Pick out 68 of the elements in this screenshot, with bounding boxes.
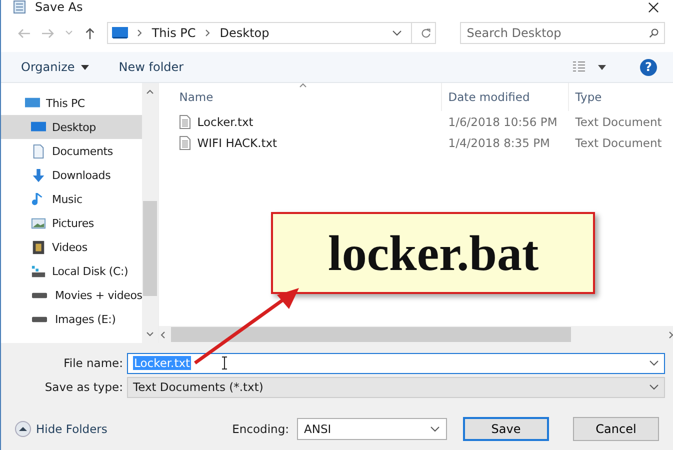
hide-folders-button[interactable]: Hide Folders: [15, 420, 108, 436]
scroll-left-icon[interactable]: [159, 330, 168, 338]
sidebar-item[interactable]: Music: [1, 187, 142, 211]
videos-icon: [31, 240, 46, 254]
caret-down-icon[interactable]: [80, 64, 89, 70]
field-label: File name:: [62, 356, 124, 370]
column-header[interactable]: Type: [568, 83, 673, 111]
encoding-dropdown[interactable]: ANSI: [297, 418, 447, 440]
callout-label: locker.bat: [271, 212, 596, 294]
cancel-button[interactable]: Cancel: [573, 416, 659, 440]
sidebar-item[interactable]: Documents: [1, 139, 142, 163]
sidebar-item[interactable]: Local Disk (C:): [1, 259, 142, 283]
chevron-down-icon[interactable]: [430, 424, 440, 434]
column-header[interactable]: Date modified: [441, 83, 568, 111]
sidebar-item[interactable]: Videos: [1, 235, 142, 259]
save-button[interactable]: Save: [463, 416, 549, 440]
desktop-icon: [31, 120, 46, 134]
breadcrumb[interactable]: This PC: [152, 26, 196, 40]
table-cell-text: 1/4/2018 8:35 PM: [447, 136, 551, 150]
sidebar-item[interactable]: Images (E:): [1, 307, 142, 331]
table-cell-text: Text Document: [574, 114, 663, 128]
monitor-icon: [112, 27, 128, 39]
chevron-down-icon[interactable]: [649, 358, 659, 368]
pictures-icon: [31, 216, 46, 230]
help-button[interactable]: ?: [640, 58, 657, 76]
vertical-scrollbar[interactable]: [142, 83, 158, 343]
scroll-right-icon[interactable]: [667, 330, 673, 338]
chevron-right-icon: [136, 29, 143, 37]
window-title: Save As: [35, 0, 83, 14]
table-cell-text: Text Document: [574, 136, 663, 150]
sort-caret-icon: [299, 83, 308, 88]
chevron-down-icon[interactable]: [392, 28, 402, 38]
collapse-icon: [15, 420, 31, 436]
scroll-down-icon[interactable]: [146, 330, 154, 338]
file-name[interactable]: WIFI HACK.txt: [197, 136, 278, 150]
chevron-right-icon: [204, 29, 211, 37]
breadcrumb[interactable]: Desktop: [220, 26, 270, 40]
caret-down-icon[interactable]: [598, 64, 606, 70]
sidebar-item[interactable]: Pictures: [1, 211, 142, 235]
organize-menu[interactable]: Organize: [21, 60, 89, 74]
downloads-icon: [31, 168, 46, 182]
text-file-icon: [179, 114, 192, 128]
search-field[interactable]: Search Desktop: [460, 22, 665, 44]
new-folder-button[interactable]: New folder: [118, 60, 184, 74]
scroll-up-icon[interactable]: [146, 88, 154, 96]
field-label: Encoding:: [232, 422, 289, 436]
file-type-dropdown[interactable]: Text Documents (*.txt): [127, 376, 665, 398]
text-file-icon: [179, 136, 192, 150]
refresh-icon[interactable]: [420, 28, 431, 38]
sidebar-item[interactable]: This PC: [1, 91, 142, 115]
search-icon: [649, 28, 659, 38]
notepad-icon: [13, 0, 27, 14]
column-header[interactable]: Name: [179, 83, 442, 111]
address-bar[interactable]: This PC Desktop: [106, 22, 436, 44]
disk-icon: [31, 264, 46, 278]
pc-icon: [25, 96, 40, 110]
sidebar-item[interactable]: Movies + videos: [1, 283, 142, 307]
table-cell-text: 1/6/2018 10:56 PM: [447, 114, 558, 128]
chevron-down-icon[interactable]: [649, 382, 659, 392]
close-icon[interactable]: [648, 2, 659, 12]
sidebar-item[interactable]: Desktop: [1, 115, 142, 139]
horizontal-scrollbar[interactable]: [159, 326, 673, 343]
sidebar-item[interactable]: Downloads: [1, 163, 142, 187]
field-label: Save as type:: [44, 380, 124, 394]
documents-icon: [31, 144, 46, 158]
view-list-icon[interactable]: [572, 61, 586, 73]
file-name[interactable]: Locker.txt: [197, 114, 254, 128]
text-cursor-icon: [221, 356, 228, 370]
